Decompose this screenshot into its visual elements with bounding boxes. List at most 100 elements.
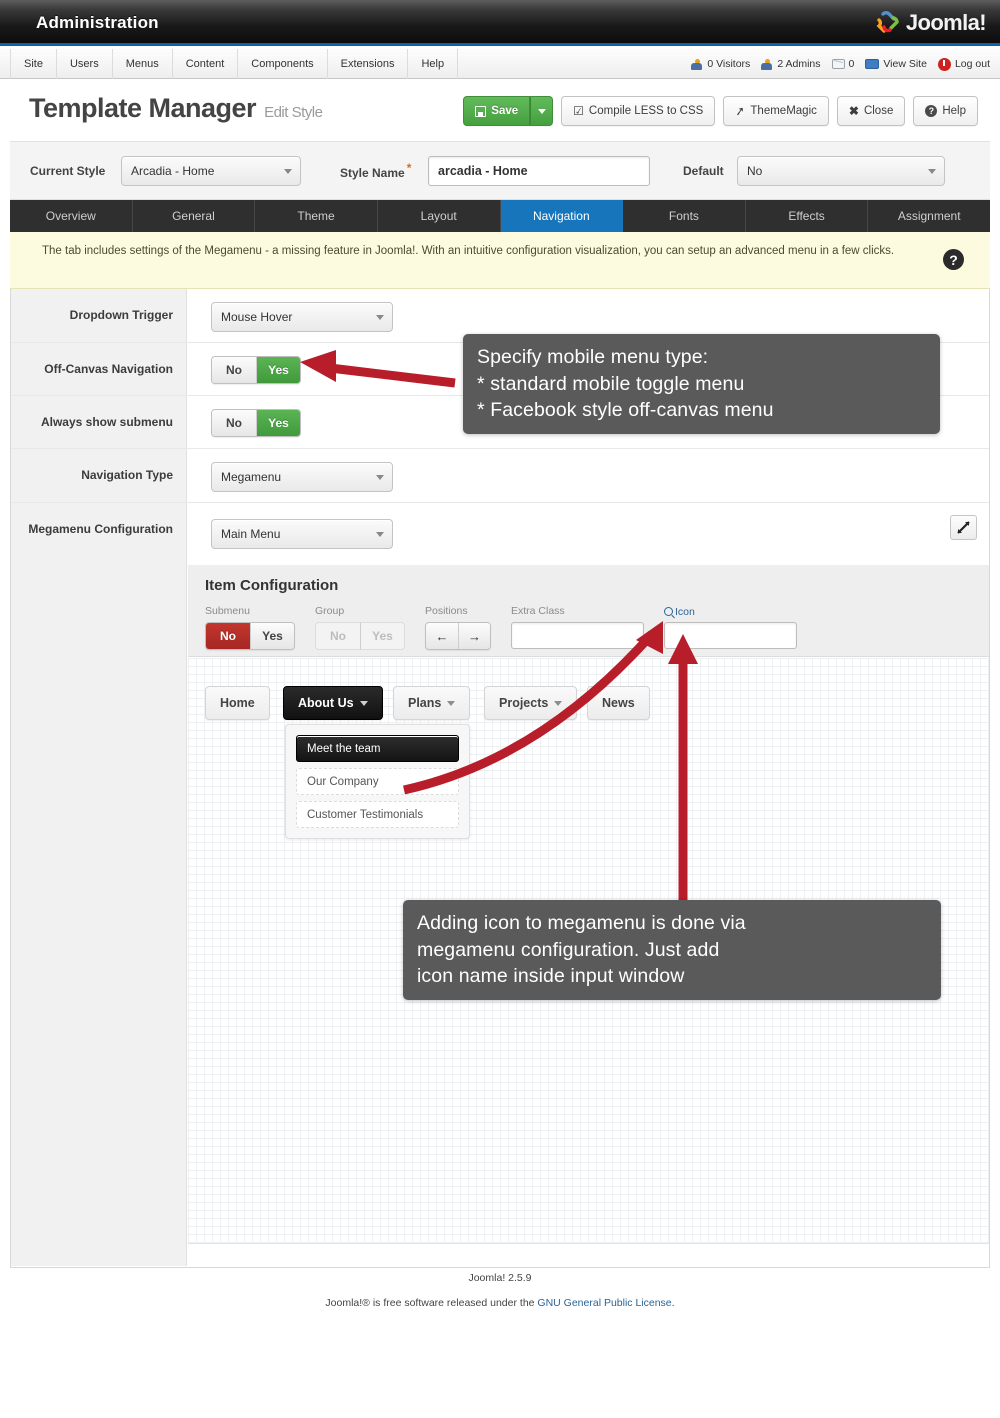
status-logout[interactable]: Log out: [937, 57, 990, 71]
status-admins[interactable]: 2 Admins: [761, 58, 821, 70]
admin-menubar: Site Users Menus Content Components Exte…: [0, 49, 1000, 79]
question-icon: ?: [925, 105, 938, 117]
status-visitors[interactable]: 0 Visitors: [691, 58, 750, 70]
close-button[interactable]: ✖ Close: [836, 96, 906, 126]
chevron-down-icon: [537, 108, 546, 114]
always-show-submenu-yes[interactable]: Yes: [256, 410, 300, 436]
offcanvas-toggle-no[interactable]: No: [212, 357, 256, 383]
help-circle-icon[interactable]: ?: [943, 249, 964, 270]
info-notice: The tab includes settings of the Megamen…: [10, 232, 990, 289]
license-link[interactable]: GNU General Public License: [537, 1297, 671, 1309]
submenu-toggle-no[interactable]: No: [206, 623, 250, 649]
callout-line: icon name inside input window: [417, 965, 685, 988]
submenu-toggle-yes[interactable]: Yes: [250, 623, 294, 649]
group-toggle: No Yes: [315, 622, 405, 650]
offcanvas-callout: Specify mobile menu type: * standard mob…: [463, 334, 940, 434]
offcanvas-toggle-yes[interactable]: Yes: [256, 357, 300, 383]
page-subtitle: Edit Style: [264, 104, 323, 121]
preview-submenu-item-meet-the-team[interactable]: Meet the team: [296, 735, 459, 762]
tab-general[interactable]: General: [133, 200, 256, 232]
move-right-button[interactable]: →: [458, 623, 490, 649]
save-label: Save: [491, 105, 519, 117]
save-dropdown-button[interactable]: [530, 96, 554, 126]
preview-submenu-item-our-company[interactable]: Our Company: [296, 768, 459, 795]
license-prefix: Joomla!® is free software released under…: [325, 1297, 538, 1309]
page-title-text: Template Manager: [29, 93, 257, 123]
menu-item-help[interactable]: Help: [408, 49, 459, 79]
preview-menu-item-plans[interactable]: Plans: [393, 686, 471, 720]
admins-icon: [761, 58, 773, 70]
submenu-label: Submenu: [205, 605, 250, 617]
license-text: Joomla!® is free software released under…: [0, 1297, 1000, 1309]
callout-line: Adding icon to megamenu is done via: [417, 912, 746, 934]
preview-item-label: About Us: [298, 696, 354, 710]
style-row: Current Style Arcadia - Home Style Name *…: [10, 142, 990, 200]
form-row-megamenu-configuration: Megamenu Configuration Main Menu: [11, 503, 989, 565]
tab-assignment[interactable]: Assignment: [868, 200, 990, 232]
compile-less-button[interactable]: ☑ Compile LESS to CSS: [561, 96, 716, 126]
save-button[interactable]: Save: [463, 96, 531, 126]
style-name-input[interactable]: arcadia - Home: [428, 155, 650, 186]
menu-item-content[interactable]: Content: [173, 49, 239, 79]
tab-bar: Overview General Theme Layout Navigation…: [10, 200, 990, 232]
current-style-label: Current Style: [30, 163, 106, 178]
always-show-submenu-toggle[interactable]: No Yes: [211, 409, 301, 437]
icon-label-link[interactable]: Icon: [664, 605, 797, 618]
joomla-logo-text: Joomla!: [905, 10, 987, 35]
joomla-version: Joomla! 2.5.9: [468, 1272, 532, 1284]
preview-item-label: Projects: [499, 696, 549, 710]
preview-menu-item-news[interactable]: News: [587, 686, 650, 720]
menu-item-extensions[interactable]: Extensions: [328, 49, 409, 79]
dropdown-trigger-label: Dropdown Trigger: [69, 308, 173, 322]
tab-navigation[interactable]: Navigation: [500, 200, 624, 232]
offcanvas-toggle[interactable]: No Yes: [211, 356, 301, 384]
move-left-button[interactable]: ←: [426, 623, 458, 649]
tab-overview[interactable]: Overview: [10, 200, 133, 232]
navigation-settings-panel: Dropdown Trigger Mouse Hover Off-Canvas …: [10, 289, 990, 1268]
tab-effects[interactable]: Effects: [746, 200, 869, 232]
tab-theme[interactable]: Theme: [255, 200, 378, 232]
dropdown-trigger-select[interactable]: Mouse Hover: [211, 302, 393, 332]
navigation-type-select[interactable]: Megamenu: [211, 462, 393, 492]
menu-item-menus[interactable]: Menus: [113, 49, 173, 79]
preview-submenu-item-customer-testimonials[interactable]: Customer Testimonials: [296, 801, 459, 828]
thememagic-label: ThemeMagic: [750, 105, 817, 117]
preview-menu-item-about-us[interactable]: About Us: [283, 686, 383, 720]
admins-label: 2 Admins: [777, 58, 821, 70]
compile-label: Compile LESS to CSS: [588, 105, 704, 117]
status-view-site[interactable]: View Site: [865, 58, 927, 70]
expand-fullscreen-button[interactable]: [950, 515, 977, 540]
dropdown-trigger-value: Mouse Hover: [221, 310, 293, 324]
preview-menu-item-projects[interactable]: Projects: [484, 686, 578, 720]
thememagic-button[interactable]: ➚ ThemeMagic: [723, 96, 829, 126]
offcanvas-label: Off-Canvas Navigation: [44, 362, 173, 376]
submenu-toggle[interactable]: No Yes: [205, 622, 295, 650]
menu-item-components[interactable]: Components: [238, 49, 328, 79]
megamenu-configuration-value: Main Menu: [221, 527, 281, 541]
tab-layout[interactable]: Layout: [378, 200, 501, 232]
callout-line: megamenu configuration. Just add: [417, 938, 720, 961]
callout-line: Specify mobile menu type:: [477, 346, 709, 368]
tab-fonts[interactable]: Fonts: [623, 200, 746, 232]
status-messages[interactable]: 0: [831, 58, 855, 70]
current-style-select[interactable]: Arcadia - Home: [121, 155, 301, 186]
chevron-down-icon: [928, 168, 936, 174]
callout-line: * standard mobile toggle menu: [477, 372, 745, 395]
megamenu-configuration-select[interactable]: Main Menu: [211, 519, 393, 549]
extra-class-input[interactable]: [511, 622, 644, 649]
joomla-mark-icon: [875, 10, 901, 36]
logout-icon: [937, 57, 951, 71]
always-show-submenu-no[interactable]: No: [212, 410, 256, 436]
joomla-logo: Joomla!: [875, 8, 987, 38]
menu-item-users[interactable]: Users: [57, 49, 113, 79]
positions-buttons[interactable]: ← →: [425, 622, 491, 650]
help-label: Help: [942, 105, 966, 117]
default-select[interactable]: No: [737, 155, 945, 186]
chevron-down-icon: [284, 168, 292, 174]
navigation-type-value: Megamenu: [221, 470, 282, 484]
menu-item-site[interactable]: Site: [10, 49, 57, 79]
preview-menu-item-home[interactable]: Home: [205, 686, 270, 720]
icon-input[interactable]: [664, 622, 797, 649]
help-button[interactable]: ? Help: [913, 96, 978, 126]
messages-count: 0: [848, 58, 855, 70]
